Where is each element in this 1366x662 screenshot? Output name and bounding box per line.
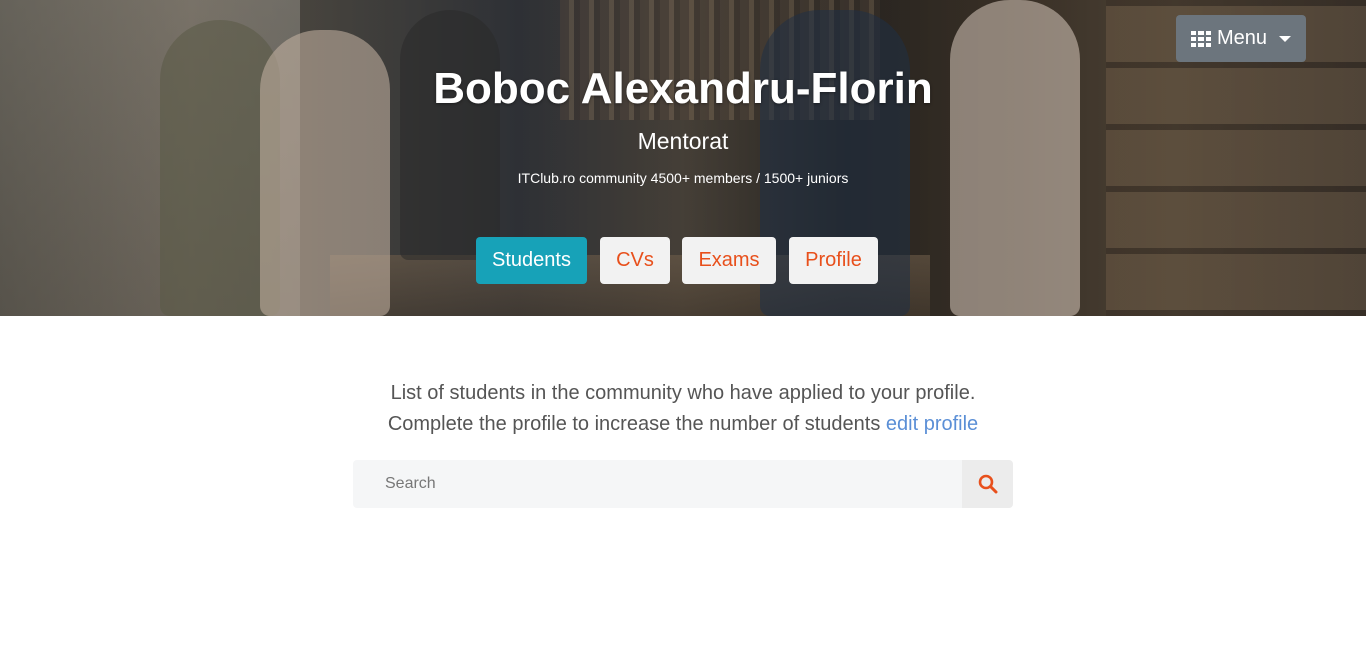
intro-line-2-text: Complete the profile to increase the num… xyxy=(387,413,881,435)
grid-icon xyxy=(1190,30,1211,47)
intro-line-1: List of students in the community who ha… xyxy=(390,382,976,404)
tab-students[interactable]: Students xyxy=(476,237,587,284)
tab-cvs[interactable]: CVs xyxy=(600,237,670,284)
search-input[interactable] xyxy=(353,460,962,508)
tab-exams[interactable]: Exams xyxy=(682,237,776,284)
search-button[interactable] xyxy=(962,460,1013,508)
intro-text: List of students in the community who ha… xyxy=(0,378,1366,440)
menu-label: Menu xyxy=(1216,27,1268,49)
intro-line-2: Complete the profile to increase the num… xyxy=(0,409,1366,440)
hero-background-person xyxy=(950,0,1080,316)
search-bar xyxy=(353,460,1013,508)
caret-down-icon xyxy=(1279,35,1292,42)
search-icon xyxy=(978,474,997,494)
menu-button[interactable]: Menu xyxy=(1176,15,1306,62)
hero-banner: Menu Boboc Alexandru-Florin Mentorat ITC… xyxy=(0,0,1366,316)
edit-profile-link[interactable]: edit profile xyxy=(886,413,978,435)
community-tagline: ITClub.ro community 4500+ members / 1500… xyxy=(517,170,849,186)
tab-profile[interactable]: Profile xyxy=(789,237,878,284)
page-title: Boboc Alexandru-Florin xyxy=(433,64,933,113)
page-subtitle: Mentorat xyxy=(637,128,729,154)
